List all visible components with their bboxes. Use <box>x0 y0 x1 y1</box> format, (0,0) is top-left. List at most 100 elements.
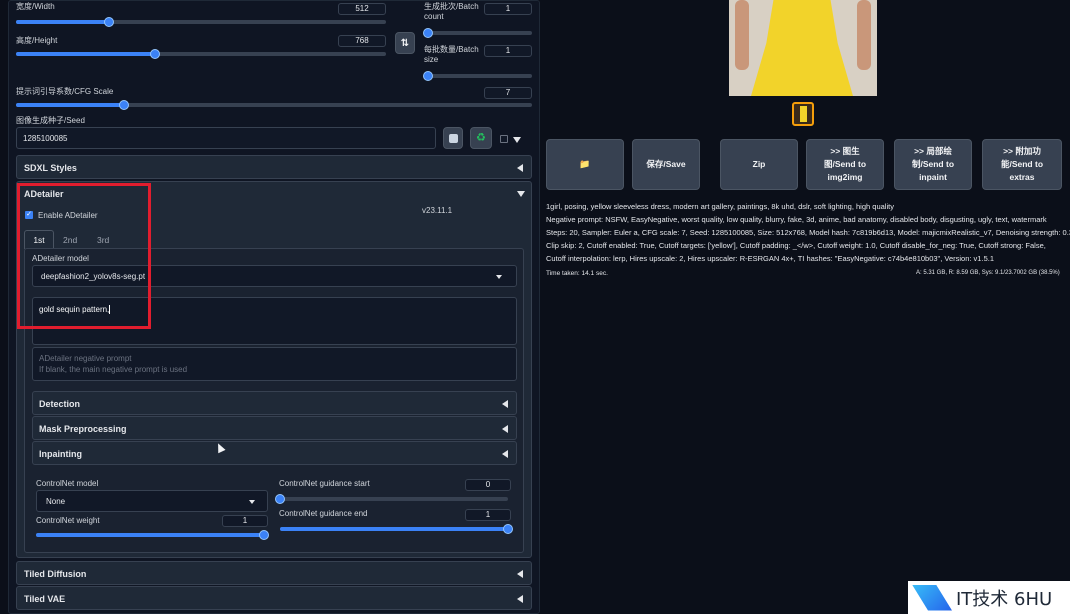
watermark-text: IT技术 6HU <box>956 588 1053 610</box>
collapse-arrow-icon <box>517 595 523 603</box>
adetailer-model-select[interactable]: deepfashion2_yolov8s-seg.pt <box>32 265 517 287</box>
time-taken: Time taken: 14.1 sec. <box>546 270 608 277</box>
send-to-extras-button[interactable]: >> 附加功 能/Send to extras <box>982 139 1062 190</box>
seed-label: 图像生成种子/Seed <box>16 116 85 125</box>
recycle-icon: ♻ <box>476 131 486 144</box>
reuse-seed-button[interactable]: ♻ <box>470 127 492 149</box>
arm-left <box>735 0 749 70</box>
enable-adetailer-checkbox[interactable]: ✓ <box>25 211 33 219</box>
save-button[interactable]: 保存/Save <box>632 139 700 190</box>
detection-title: Detection <box>39 399 81 409</box>
tab-1st[interactable]: 1st <box>24 230 54 249</box>
dice-icon <box>448 133 458 143</box>
info-params-line3: Cutoff interpolation: lerp, Hires upscal… <box>546 254 994 263</box>
inpainting-accordion[interactable]: Inpainting <box>32 441 517 465</box>
height-label: 高度/Height <box>16 36 58 45</box>
send-to-inpaint-button[interactable]: >> 局部绘 制/Send to inpaint <box>894 139 972 190</box>
seed-input[interactable]: 1285100085 <box>16 127 436 149</box>
batch-size-slider[interactable] <box>423 71 532 81</box>
vram-usage: A: 5.31 GB, R: 8.59 GB, Sys: 9.1/23.7002… <box>916 270 1060 276</box>
adetailer-model-label: ADetailer model <box>32 254 89 263</box>
info-params-line1: Steps: 20, Sampler: Euler a, CFG scale: … <box>546 228 1070 237</box>
extra-seed-checkbox[interactable] <box>500 135 508 143</box>
seed-value: 1285100085 <box>23 134 68 143</box>
sdxl-styles-title: SDXL Styles <box>24 163 77 173</box>
width-input[interactable]: 512 <box>338 3 386 15</box>
folder-icon: 📁 <box>579 159 591 169</box>
adetailer-prompt-value: gold sequin pattern, <box>39 305 110 314</box>
dropdown-arrow-icon <box>249 500 255 504</box>
width-slider[interactable] <box>16 17 386 27</box>
expand-arrow-icon[interactable] <box>517 191 525 197</box>
guidance-start-input[interactable]: 0 <box>465 479 511 491</box>
collapse-arrow-icon <box>502 400 508 408</box>
dress-shape <box>751 0 853 96</box>
image-thumbnail[interactable] <box>792 102 814 126</box>
adetailer-negative-prompt-textarea[interactable]: ADetailer negative prompt If blank, the … <box>32 347 517 381</box>
collapse-arrow-icon <box>517 164 523 172</box>
batch-count-slider[interactable] <box>423 28 532 38</box>
extras-label: >> 附加功 能/Send to extras <box>1000 146 1044 182</box>
guidance-start-label: ControlNet guidance start <box>279 479 370 488</box>
tiled-vae-accordion[interactable]: Tiled VAE <box>16 586 532 610</box>
save-label: 保存/Save <box>646 159 686 169</box>
tiled-diffusion-title: Tiled Diffusion <box>24 569 87 579</box>
controlnet-weight-input[interactable]: 1 <box>222 515 268 527</box>
thumbnail-figure <box>800 106 807 122</box>
img2img-label: >> 图生 图/Send to img2img <box>823 146 867 182</box>
collapse-arrow-icon <box>517 570 523 578</box>
dropdown-arrow-icon <box>496 275 502 279</box>
text-cursor <box>109 305 111 315</box>
watermark-logo-icon <box>912 584 952 611</box>
enable-adetailer-label[interactable]: Enable ADetailer <box>38 211 98 221</box>
zip-button[interactable]: Zip <box>720 139 798 190</box>
collapse-arrow-icon <box>502 450 508 458</box>
batch-size-label: 每批数量/Batch size <box>424 45 479 64</box>
detection-accordion[interactable]: Detection <box>32 391 517 415</box>
width-label: 宽度/Width <box>16 2 55 11</box>
controlnet-model-label: ControlNet model <box>36 479 99 488</box>
inpainting-title: Inpainting <box>39 449 82 459</box>
controlnet-model-select[interactable]: None <box>36 490 268 512</box>
height-slider[interactable] <box>16 49 386 59</box>
info-params-line2: Clip skip: 2, Cutoff enabled: True, Cuto… <box>546 241 1046 250</box>
random-seed-button[interactable] <box>443 127 463 149</box>
controlnet-model-value: None <box>46 497 66 506</box>
adetailer-model-value: deepfashion2_yolov8s-seg.pt <box>41 272 146 281</box>
negative-placeholder-line2: If blank, the main negative prompt is us… <box>39 365 188 374</box>
cfg-label: 提示词引导系数/CFG Scale <box>16 87 114 96</box>
adetailer-version: v23.11.1 <box>422 206 453 215</box>
tab-3rd[interactable]: 3rd <box>97 235 109 245</box>
zip-label: Zip <box>752 159 766 169</box>
sdxl-styles-accordion[interactable]: SDXL Styles <box>16 155 532 179</box>
open-folder-button[interactable]: 📁 <box>546 139 624 190</box>
negative-placeholder-line1: ADetailer negative prompt <box>39 354 132 363</box>
guidance-end-slider[interactable] <box>280 524 513 534</box>
tiled-vae-title: Tiled VAE <box>24 594 66 604</box>
adetailer-title[interactable]: ADetailer <box>24 189 64 199</box>
generated-image <box>729 0 877 96</box>
guidance-end-label: ControlNet guidance end <box>279 509 368 518</box>
height-input[interactable]: 768 <box>338 35 386 47</box>
controlnet-weight-slider[interactable] <box>36 530 269 540</box>
guidance-end-input[interactable]: 1 <box>465 509 511 521</box>
mask-preprocessing-title: Mask Preprocessing <box>39 424 127 434</box>
send-to-img2img-button[interactable]: >> 图生 图/Send to img2img <box>806 139 884 190</box>
info-negative-prompt: Negative prompt: NSFW, EasyNegative, wor… <box>546 215 1047 224</box>
extra-seed-toggle-icon[interactable] <box>513 137 521 143</box>
batch-count-label: 生成批次/Batch count <box>424 2 479 21</box>
tab-2nd[interactable]: 2nd <box>63 235 77 245</box>
guidance-start-slider[interactable] <box>275 494 508 504</box>
swap-dimensions-button[interactable]: ⇅ <box>395 32 415 54</box>
cfg-slider[interactable] <box>16 100 532 110</box>
mask-preprocessing-accordion[interactable]: Mask Preprocessing <box>32 416 517 440</box>
batch-size-input[interactable]: 1 <box>484 45 532 57</box>
info-prompt: 1girl, posing, yellow sleeveless dress, … <box>546 202 894 211</box>
tiled-diffusion-accordion[interactable]: Tiled Diffusion <box>16 561 532 585</box>
watermark: IT技术 6HU <box>908 581 1070 614</box>
adetailer-prompt-textarea[interactable]: gold sequin pattern, <box>32 297 517 345</box>
inpaint-label: >> 局部绘 制/Send to inpaint <box>911 146 955 182</box>
collapse-arrow-icon <box>502 425 508 433</box>
batch-count-input[interactable]: 1 <box>484 3 532 15</box>
cfg-input[interactable]: 7 <box>484 87 532 99</box>
